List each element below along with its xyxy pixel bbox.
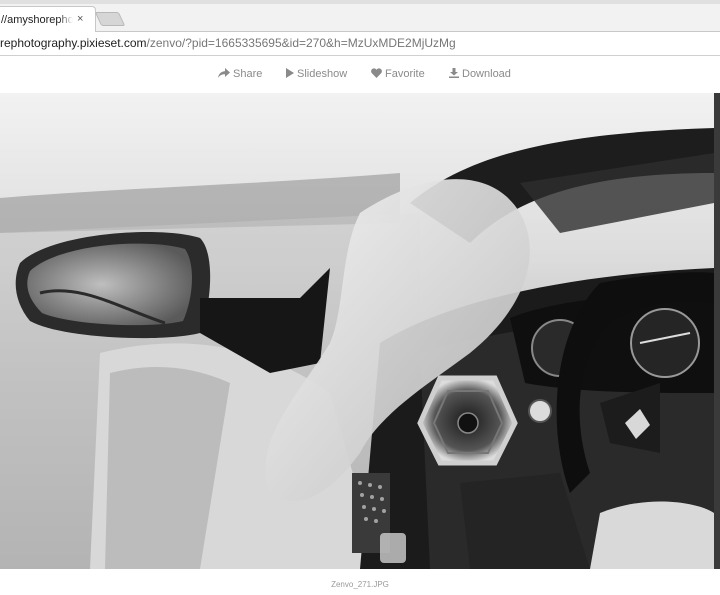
favorite-label: Favorite xyxy=(385,68,425,80)
address-bar[interactable]: rephotography.pixieset.com/zenvo/?pid=16… xyxy=(0,32,720,56)
photo-caption: Zenvo_271.JPG xyxy=(331,580,389,589)
favorite-button[interactable]: Favorite xyxy=(371,68,425,80)
share-label: Share xyxy=(233,68,263,80)
gallery-photo[interactable] xyxy=(0,93,714,569)
slideshow-label: Slideshow xyxy=(297,68,348,80)
slideshow-button[interactable]: Slideshow xyxy=(286,68,347,80)
photo-toolbar: Share Slideshow Favorite Download xyxy=(0,56,720,93)
download-label: Download xyxy=(462,68,511,80)
tab-close-icon[interactable]: × xyxy=(77,13,83,25)
url-host: rephotography.pixieset.com xyxy=(0,36,147,50)
download-icon xyxy=(449,68,459,78)
car-photo-illustration xyxy=(0,93,714,569)
new-tab-button[interactable] xyxy=(94,12,126,26)
heart-icon xyxy=(371,68,382,78)
tab-title: //amyshorephotog xyxy=(1,14,73,26)
url-path: /zenvo/?pid=1665335695&id=270&h=MzUxMDE2… xyxy=(146,36,456,50)
url-text[interactable]: rephotography.pixieset.com/zenvo/?pid=16… xyxy=(0,36,456,50)
photo-edge-strip xyxy=(714,93,720,569)
share-icon xyxy=(218,68,230,78)
tab-strip-top-line xyxy=(0,0,720,4)
download-button[interactable]: Download xyxy=(449,68,511,80)
share-button[interactable]: Share xyxy=(218,68,262,80)
browser-tab-active[interactable]: //amyshorephotog × xyxy=(0,6,96,33)
play-icon xyxy=(286,68,294,78)
browser-tab-strip: //amyshorephotog × xyxy=(0,0,720,33)
